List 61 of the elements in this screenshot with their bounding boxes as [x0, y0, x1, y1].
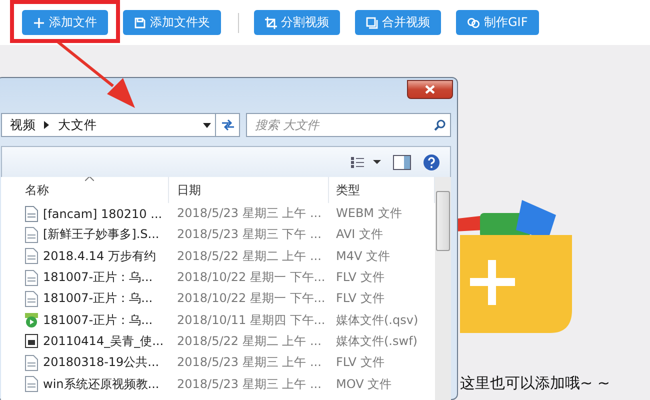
file-type: WEBM 文件 [336, 206, 402, 220]
file-type: M4V 文件 [336, 248, 390, 263]
file-date: 2018/10/22 星期一 下午... [177, 270, 326, 284]
file-date: 2018/10/11 星期四 下午... [177, 312, 326, 327]
file-date: 2018/5/23 星期三 下午 ... [177, 227, 322, 242]
crop-icon [265, 16, 277, 28]
file-type: MOV 文件 [336, 376, 392, 391]
sort-caret-icon [85, 177, 94, 181]
file-type: FLV 文件 [336, 291, 384, 306]
scrollbar[interactable] [435, 177, 451, 400]
dropdown-caret-icon [203, 122, 211, 128]
file-name[interactable]: 20110414_吴青_使... [43, 332, 164, 350]
file-date: 2018/5/23 星期三 上午 ... [177, 206, 322, 220]
breadcrumb-item[interactable]: 大文件 [58, 116, 97, 134]
file-date: 2018/5/22 星期二 上午 ... [177, 334, 322, 348]
chevron-icon [44, 121, 50, 129]
close-button[interactable] [407, 80, 453, 99]
file-date: 2018/5/23 星期三 上午 ... [177, 376, 322, 391]
video-file-icon [25, 376, 38, 392]
close-icon [425, 85, 435, 94]
column-header[interactable]: 类型 [336, 182, 360, 198]
view-options-icon[interactable] [351, 156, 381, 168]
refresh-button[interactable] [215, 113, 240, 137]
file-date: 2018/5/23 星期三 上午 ... [177, 355, 322, 370]
document-icon [134, 16, 146, 28]
preview-pane-icon[interactable] [393, 154, 411, 170]
square-icon [366, 16, 378, 28]
file-name[interactable]: [fancam] 180210 ... [43, 206, 162, 221]
video-file-icon [25, 206, 38, 222]
file-date: 2018/5/22 星期二 上午 ... [177, 248, 322, 263]
plus-icon [33, 16, 45, 28]
flash-file-icon [25, 333, 38, 350]
file-name[interactable]: 181007-正片：乌... [43, 290, 153, 308]
search-icon [434, 119, 446, 131]
media-file-icon [25, 312, 38, 328]
file-name[interactable]: 181007-正片：乌... [43, 269, 153, 286]
file-name[interactable]: 20180318-19公共... [43, 354, 160, 372]
file-type: AVI 文件 [336, 227, 384, 242]
search-field[interactable]: 搜索 大文件 [246, 113, 451, 137]
file-name[interactable]: 181007-正片：乌... [43, 312, 153, 329]
file-name[interactable]: win系统还原视频教... [43, 376, 160, 393]
address-bar[interactable]: 视频 大文件 [1, 113, 216, 137]
file-type: FLV 文件 [336, 270, 384, 284]
breadcrumb-item[interactable]: 视频 [10, 116, 36, 134]
video-file-icon [25, 270, 38, 286]
column-header[interactable]: 日期 [177, 182, 201, 198]
help-icon[interactable] [423, 154, 440, 170]
file-name[interactable]: 2018.4.14 万步有约 [43, 248, 156, 265]
hint-text: 这里也可以添加哦~ ~ [460, 374, 610, 392]
link-icon [467, 16, 480, 28]
file-date: 2018/10/22 星期一 下午... [177, 291, 326, 306]
video-file-icon [25, 248, 38, 264]
file-name[interactable]: [新鲜王子妙事多].S... [43, 226, 160, 244]
video-file-icon [25, 354, 38, 371]
file-type: 媒体文件(.swf) [336, 334, 418, 348]
file-type: 媒体文件(.qsv) [336, 312, 418, 327]
column-header[interactable]: 名称 [25, 182, 49, 198]
refresh-arrows-icon [220, 119, 234, 131]
file-type: FLV 文件 [336, 355, 384, 370]
video-file-icon [25, 226, 38, 243]
video-file-icon [25, 290, 38, 307]
